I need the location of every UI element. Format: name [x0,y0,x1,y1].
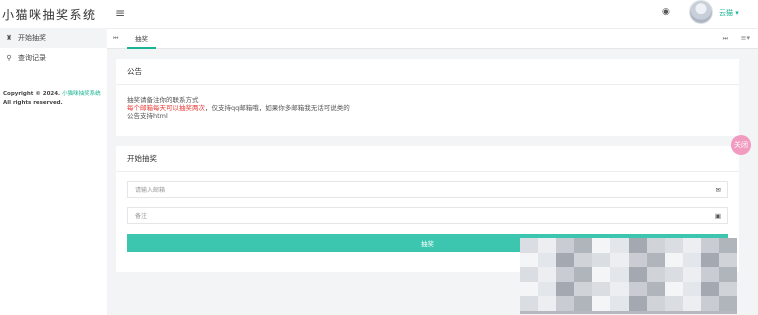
mosaic-cell [664,238,683,253]
mosaic-cell [664,252,683,268]
sidebar-item-query-records[interactable]: ⚲ 查询记录 [0,48,107,68]
mosaic-cell [610,281,629,297]
notice-line-3: 公告支持html [127,112,168,120]
mosaic-cell [574,252,593,268]
mosaic-cell [718,238,737,253]
mosaic-cell [628,267,647,282]
palette-icon[interactable]: ◉ [662,7,670,17]
tab-scroll-right-icon[interactable]: ⏭ [723,35,728,43]
mosaic-cell [592,252,611,268]
blurred-region-edge [520,311,737,314]
mosaic-cell [628,281,647,297]
remark-placeholder: 备注 [135,213,148,220]
tab-options-icon[interactable]: ≡▾ [741,34,750,42]
mosaic-cell [556,267,575,282]
mosaic-cell [592,281,611,297]
mosaic-cell [520,267,539,282]
mosaic-cell [592,267,611,282]
mosaic-cell [574,238,593,253]
tab-lottery[interactable]: 抽奖 [127,29,156,49]
mosaic-cell [538,296,557,311]
mosaic-cell [664,267,683,282]
app-logo[interactable]: 小猫咪抽奖系统 [0,0,107,28]
notice-body: 抽奖请备注你的联系方式 每个邮箱每天可以抽奖两次，仅支持qq邮箱哦，如果你多邮箱… [116,85,739,131]
mosaic-cell [682,296,701,311]
search-icon: ⚲ [6,54,12,62]
mosaic-cell [646,238,665,253]
mosaic-cell [682,238,701,253]
notice-title: 公告 [116,59,739,85]
mosaic-cell [592,296,611,311]
email-placeholder: 请输入邮箱 [135,187,166,194]
mosaic-cell [538,281,557,297]
remark-field[interactable]: 备注 ▣ [127,207,728,224]
mosaic-cell [646,267,665,282]
mosaic-cell [574,296,593,311]
mosaic-cell [664,281,683,297]
floating-close-button[interactable]: 关闭 [731,135,751,155]
top-navbar: ≡ ◉ 云猫 ▾ [107,0,758,28]
lottery-title: 开始抽奖 [116,146,739,172]
mosaic-cell [628,252,647,268]
mosaic-cell [718,252,737,268]
mosaic-cell [538,252,557,268]
mosaic-cell [520,281,539,297]
mosaic-cell [682,252,701,268]
notice-line-1: 抽奖请备注你的联系方式 [127,96,199,104]
mosaic-cell [718,267,737,282]
sidebar-item-label: 查询记录 [18,54,46,62]
mosaic-cell [682,267,701,282]
mosaic-cell [700,267,719,282]
copyright-link[interactable]: 小猫咪抽奖系统 [62,91,101,97]
tab-scroll-left-icon[interactable]: ⏮ [113,35,118,43]
mosaic-cell [556,252,575,268]
mosaic-cell [646,296,665,311]
mosaic-cell [610,296,629,311]
mosaic-cell [520,252,539,268]
mosaic-cell [610,252,629,268]
mosaic-cell [700,238,719,253]
notice-line-2: 每个邮箱每天可以抽奖两次，仅支持qq邮箱哦，如果你多邮箱我无话可说类的 [127,104,350,112]
mosaic-cell [700,281,719,297]
mosaic-cell [646,281,665,297]
email-field[interactable]: 请输入邮箱 ✉ [127,181,728,198]
mosaic-cell [718,281,737,297]
mosaic-cell [520,238,539,253]
mosaic-cell [718,296,737,311]
mosaic-cell [520,296,539,311]
mosaic-cell [574,281,593,297]
avatar[interactable] [689,0,713,24]
tab-bar: ⏮ 抽奖 ⏭ ≡▾ [107,28,758,49]
sidebar: 小猫咪抽奖系统 ♜ 开始抽奖 ⚲ 查询记录 Copyright © 2024. … [0,0,107,315]
notice-card: 公告 抽奖请备注你的联系方式 每个邮箱每天可以抽奖两次，仅支持qq邮箱哦，如果你… [116,59,739,136]
mosaic-cell [556,281,575,297]
mosaic-cell [628,238,647,253]
mosaic-cell [682,281,701,297]
mosaic-cell [628,296,647,311]
mosaic-cell [556,238,575,253]
mosaic-cell [700,296,719,311]
note-icon: ▣ [714,212,721,220]
blurred-region [520,238,737,311]
mosaic-cell [664,296,683,311]
mosaic-cell [538,238,557,253]
home-icon: ♜ [5,34,13,42]
sidebar-item-start-lottery[interactable]: ♜ 开始抽奖 [0,28,107,48]
mosaic-cell [700,252,719,268]
copyright: Copyright © 2024. 小猫咪抽奖系统 All rights res… [3,91,101,106]
hamburger-icon[interactable]: ≡ [115,6,125,20]
mosaic-cell [646,252,665,268]
mosaic-cell [610,267,629,282]
mosaic-cell [538,267,557,282]
mosaic-cell [610,238,629,253]
mosaic-cell [556,296,575,311]
sidebar-item-label: 开始抽奖 [18,34,46,42]
mosaic-cell [592,238,611,253]
envelope-icon: ✉ [715,186,721,194]
user-menu[interactable]: 云猫 ▾ [719,8,739,18]
mosaic-cell [574,267,593,282]
